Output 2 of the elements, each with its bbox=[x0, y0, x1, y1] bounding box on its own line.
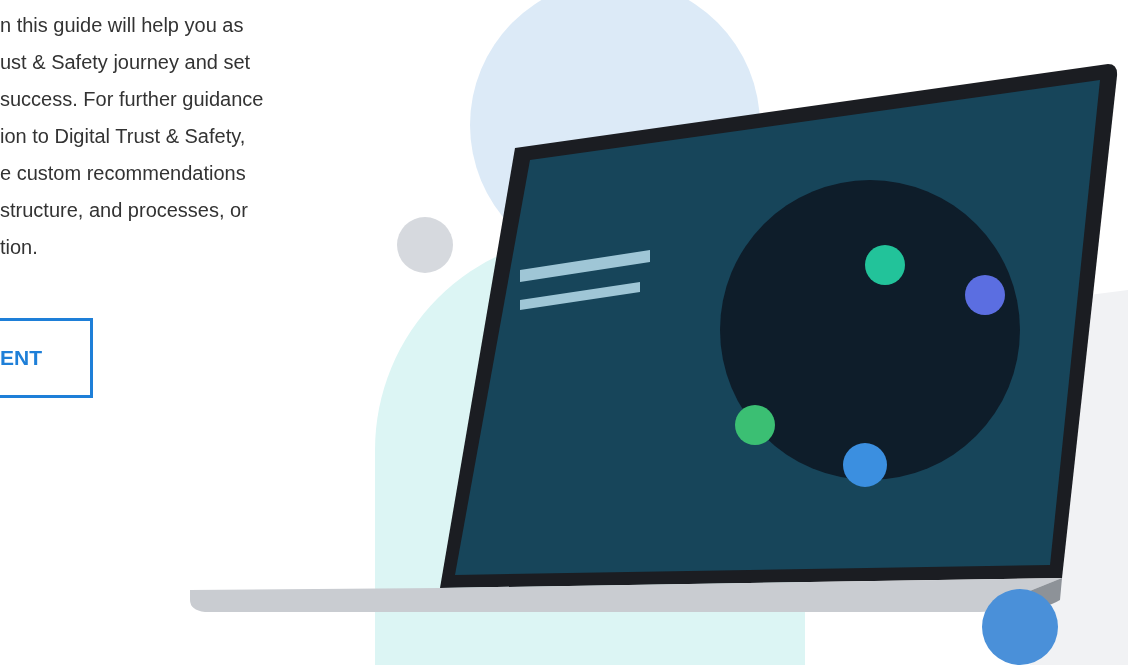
intro-paragraph: n this guide will help you as ust & Safety journey and set success. For further guidance ion to Digital Trust & Safety, e custom recommendations structure, and processes, or tion. bbox=[0, 13, 265, 260]
call-to-action-button[interactable]: ENT bbox=[0, 318, 93, 398]
